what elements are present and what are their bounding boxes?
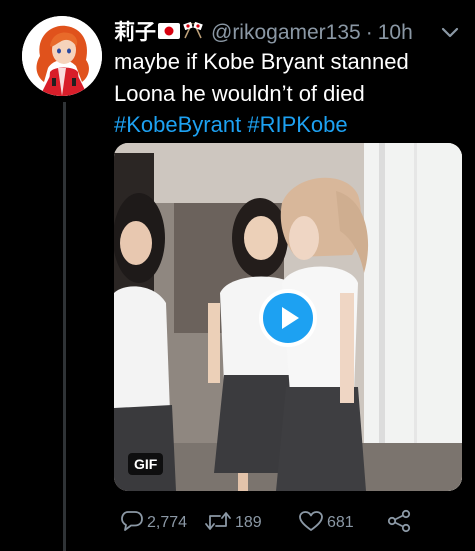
- avatar[interactable]: [22, 16, 102, 96]
- hashtag-link[interactable]: #KobeByrant: [114, 112, 241, 137]
- play-icon: [282, 307, 299, 329]
- tweet-header: 莉子 @rikogamer135 · 10h: [114, 19, 413, 47]
- play-button[interactable]: [259, 289, 317, 347]
- like-icon: [298, 510, 324, 537]
- hashtag-link[interactable]: #RIPKobe: [247, 112, 347, 137]
- like-button[interactable]: 681: [298, 510, 354, 536]
- separator: ·: [365, 21, 373, 44]
- crossed-flags-icon: [182, 19, 204, 47]
- japan-flag-icon: [158, 19, 180, 47]
- chevron-down-icon[interactable]: [440, 25, 460, 41]
- retweet-count: 189: [235, 514, 262, 531]
- retweet-button[interactable]: 189: [204, 510, 262, 536]
- tweet-text-line: Loona he wouldn’t of died: [114, 81, 365, 106]
- retweet-icon: [204, 510, 232, 537]
- display-name[interactable]: 莉子: [114, 19, 156, 47]
- tweet-actions: 2,774 189 681: [114, 509, 444, 538]
- reply-count: 2,774: [147, 514, 188, 531]
- share-button[interactable]: [386, 509, 412, 538]
- hashtags: #KobeByrant #RIPKobe: [114, 110, 348, 139]
- gif-badge: GIF: [128, 453, 164, 475]
- tweet-text-line: maybe if Kobe Bryant stanned: [114, 49, 409, 74]
- tweet[interactable]: 莉子 @rikogamer135 · 10h maybe if Kobe Bry…: [0, 0, 475, 551]
- like-count: 681: [327, 514, 354, 531]
- gif-media[interactable]: GIF: [114, 143, 462, 491]
- handle[interactable]: @rikogamer135: [211, 19, 361, 47]
- timestamp[interactable]: 10h: [378, 19, 413, 47]
- reply-icon: [120, 510, 144, 537]
- reply-button[interactable]: 2,774: [120, 510, 187, 536]
- share-icon: [386, 509, 412, 538]
- thread-line: [63, 102, 66, 551]
